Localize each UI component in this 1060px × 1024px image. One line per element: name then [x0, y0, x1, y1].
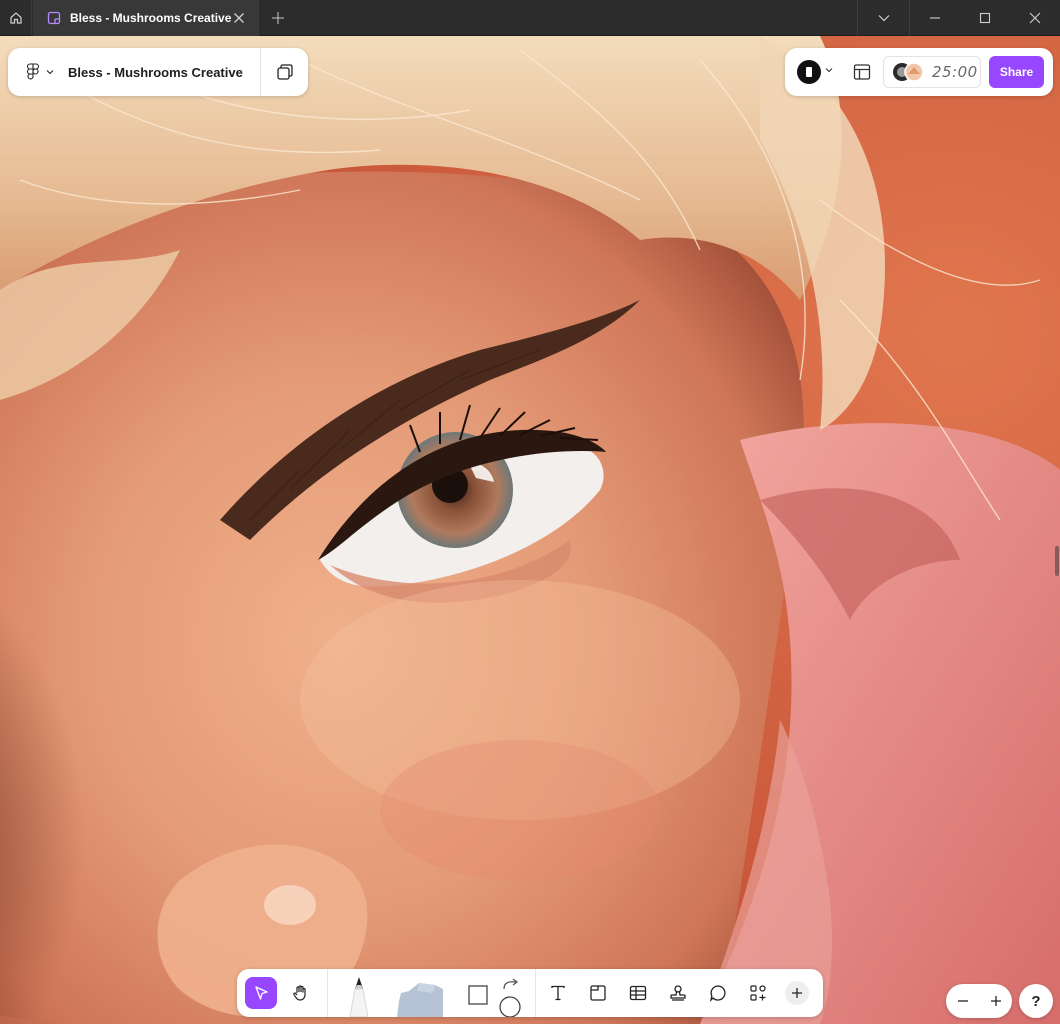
- tool-hand[interactable]: [285, 977, 317, 1009]
- tool-shape[interactable]: [467, 983, 489, 1005]
- tool-stamp[interactable]: [665, 981, 691, 1005]
- board-canvas[interactable]: [0, 36, 1060, 1024]
- minimize-icon: [930, 17, 940, 19]
- tool-text[interactable]: [545, 981, 571, 1005]
- square-icon: [468, 985, 488, 1005]
- close-icon: [1029, 12, 1041, 24]
- file-menu-bar: Bless - Mushrooms Creative: [8, 48, 308, 96]
- marker-icon: [349, 977, 369, 1017]
- tool-connector[interactable]: [495, 977, 525, 1017]
- tool-section[interactable]: [585, 981, 611, 1005]
- timer-avatars-icon: [893, 62, 924, 82]
- tab-list-button[interactable]: [858, 0, 910, 36]
- tool-marker[interactable]: [341, 973, 377, 1017]
- figma-logo-icon: [26, 63, 40, 80]
- hand-icon: [293, 985, 306, 1001]
- cursor-icon: [255, 986, 268, 1000]
- zoom-controls: [946, 984, 1012, 1018]
- plus-icon[interactable]: [270, 10, 286, 26]
- avatar[interactable]: [797, 60, 821, 84]
- help-button[interactable]: ?: [1019, 984, 1053, 1018]
- chevron-down-icon: [46, 70, 54, 75]
- minimize-button[interactable]: [910, 0, 960, 36]
- text-icon: [551, 985, 565, 1001]
- portrait-photo: [0, 36, 1060, 1024]
- share-button[interactable]: Share: [989, 56, 1044, 88]
- zoom-in-button[interactable]: [979, 984, 1012, 1018]
- tool-highlighter[interactable]: [387, 979, 451, 1017]
- close-tab-icon[interactable]: [232, 11, 246, 25]
- timer-widget[interactable]: 25:00: [883, 56, 981, 88]
- creation-toolbar: [237, 969, 823, 1017]
- highlighter-icon: [397, 983, 443, 1017]
- section-icon: [590, 985, 606, 1001]
- tool-move[interactable]: [245, 977, 277, 1009]
- toolbar-divider: [327, 969, 328, 1017]
- tool-more[interactable]: [785, 981, 809, 1005]
- zoom-out-button[interactable]: [946, 984, 979, 1018]
- layout-panel-icon[interactable]: [853, 63, 871, 81]
- home-button[interactable]: [0, 0, 32, 35]
- pages-button[interactable]: [260, 48, 308, 96]
- tool-widgets[interactable]: [745, 981, 771, 1005]
- vertical-scrollbar[interactable]: [1055, 546, 1059, 576]
- chevron-down-icon[interactable]: [825, 67, 833, 73]
- timer-value: 25:00: [932, 63, 978, 81]
- tab-title: Bless - Mushrooms Creative: [70, 11, 232, 25]
- minus-icon: [957, 1000, 968, 1002]
- tab-active-file[interactable]: Bless - Mushrooms Creative: [33, 0, 259, 36]
- figjam-file-icon: [47, 11, 61, 25]
- stamp-icon: [670, 985, 686, 1001]
- title-bar: Bless - Mushrooms Creative: [0, 0, 1060, 36]
- maximize-icon: [979, 12, 991, 24]
- main-menu-button[interactable]: [8, 48, 60, 96]
- widgets-icon: [750, 985, 766, 1001]
- pages-icon: [276, 64, 293, 80]
- window-controls: [857, 0, 1060, 36]
- table-icon: [629, 985, 647, 1001]
- tool-comment[interactable]: [705, 981, 731, 1005]
- chevron-down-icon: [878, 15, 889, 22]
- close-window-button[interactable]: [1010, 0, 1060, 36]
- maximize-button[interactable]: [960, 0, 1010, 36]
- file-name[interactable]: Bless - Mushrooms Creative: [60, 65, 260, 80]
- tool-table[interactable]: [625, 981, 651, 1005]
- comment-icon: [709, 985, 726, 1002]
- connector-icon: [499, 978, 521, 1017]
- plus-icon: [792, 988, 802, 998]
- home-icon: [9, 11, 22, 24]
- plus-icon: [990, 996, 1001, 1006]
- user-avatar-icon: [806, 67, 812, 77]
- header-actions: 25:00 Share: [785, 48, 1053, 96]
- toolbar-divider: [535, 969, 536, 1017]
